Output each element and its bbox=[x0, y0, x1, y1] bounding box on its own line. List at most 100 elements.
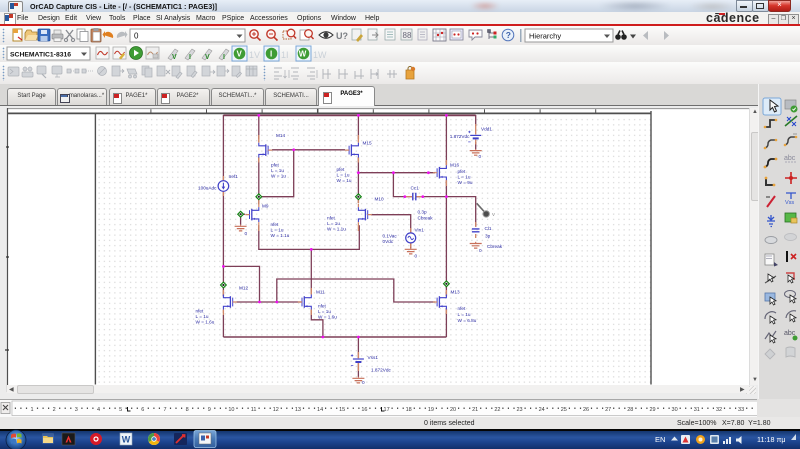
svg-text:nfet: nfet bbox=[327, 216, 336, 221]
svg-text:8: 8 bbox=[186, 407, 189, 413]
svg-text:0: 0 bbox=[479, 248, 482, 253]
svg-text:6: 6 bbox=[141, 407, 144, 413]
svg-text:3: 3 bbox=[75, 407, 78, 413]
svg-text:M14: M14 bbox=[276, 133, 286, 138]
svg-text:0: 0 bbox=[479, 154, 482, 159]
svg-text:10: 10 bbox=[228, 407, 234, 413]
svg-text:88: 88 bbox=[403, 31, 412, 40]
svg-text:1.872Vdc: 1.872Vdc bbox=[371, 368, 391, 373]
svg-text:Vin1: Vin1 bbox=[415, 228, 425, 233]
svg-text:I: I bbox=[189, 54, 191, 61]
svg-text:W = 6.8u: W = 6.8u bbox=[458, 318, 477, 323]
svg-text:L = 1u: L = 1u bbox=[196, 314, 209, 319]
svg-text:EN: EN bbox=[655, 435, 665, 444]
svg-text:W = 1.6u: W = 1.6u bbox=[318, 315, 337, 320]
svg-text:15: 15 bbox=[339, 407, 345, 413]
svg-text:Vdd1: Vdd1 bbox=[481, 127, 492, 132]
svg-text:0: 0 bbox=[415, 254, 418, 259]
svg-text:M10: M10 bbox=[375, 197, 385, 202]
svg-text:5: 5 bbox=[119, 407, 122, 413]
svg-text:L = 1u: L = 1u bbox=[458, 312, 471, 317]
svg-text:19: 19 bbox=[428, 407, 434, 413]
svg-text:31: 31 bbox=[694, 407, 700, 413]
svg-text:Vss1: Vss1 bbox=[368, 355, 379, 360]
svg-text:nfet: nfet bbox=[458, 306, 467, 311]
svg-text:V: V bbox=[205, 54, 210, 61]
svg-text:W: W bbox=[122, 435, 131, 445]
svg-text:Vss: Vss bbox=[785, 200, 794, 206]
svg-text:0: 0 bbox=[245, 231, 248, 236]
svg-text:30: 30 bbox=[672, 407, 678, 413]
svg-text:11: 11 bbox=[251, 407, 257, 413]
svg-text:nfet: nfet bbox=[318, 304, 327, 309]
svg-text:W = 9u: W = 9u bbox=[458, 180, 473, 185]
svg-text:M9: M9 bbox=[262, 204, 269, 209]
svg-text:Hierarchy: Hierarchy bbox=[529, 32, 561, 41]
svg-text:U?: U? bbox=[336, 31, 348, 41]
svg-text:12: 12 bbox=[273, 407, 279, 413]
svg-text:1W: 1W bbox=[313, 50, 327, 60]
svg-text:32: 32 bbox=[716, 407, 722, 413]
svg-text:V: V bbox=[237, 50, 243, 59]
svg-text:W = 1.1u: W = 1.1u bbox=[271, 233, 290, 238]
svg-text:26: 26 bbox=[583, 407, 589, 413]
svg-text:21: 21 bbox=[472, 407, 478, 413]
svg-text:Cbreak: Cbreak bbox=[487, 244, 503, 249]
svg-text:1I: 1I bbox=[281, 50, 289, 60]
svg-text:W: W bbox=[299, 50, 307, 59]
svg-text:V: V bbox=[492, 212, 495, 217]
svg-text:Cbreak: Cbreak bbox=[418, 216, 434, 221]
svg-text:22: 22 bbox=[494, 407, 500, 413]
svg-text:16: 16 bbox=[361, 407, 367, 413]
svg-text:29: 29 bbox=[649, 407, 655, 413]
svg-text:abc: abc bbox=[784, 155, 796, 162]
svg-text:0: 0 bbox=[134, 32, 139, 41]
svg-text:2: 2 bbox=[53, 407, 56, 413]
svg-text:L = 1u: L = 1u bbox=[271, 228, 284, 233]
svg-text:nfet: nfet bbox=[196, 309, 205, 314]
svg-text:27: 27 bbox=[605, 407, 611, 413]
svg-text:1.872Vdc: 1.872Vdc bbox=[450, 134, 470, 139]
svg-text:28: 28 bbox=[627, 407, 633, 413]
svg-text:17: 17 bbox=[384, 407, 390, 413]
svg-text:0.1Vac: 0.1Vac bbox=[383, 234, 398, 239]
svg-text:pfet: pfet bbox=[271, 163, 280, 168]
svg-text:V: V bbox=[172, 54, 177, 61]
svg-text:L = 1u: L = 1u bbox=[318, 309, 331, 314]
svg-text:Cl1: Cl1 bbox=[485, 226, 492, 231]
svg-text:I: I bbox=[270, 50, 272, 59]
svg-text:7: 7 bbox=[163, 407, 166, 413]
svg-text:L = 1u: L = 1u bbox=[458, 175, 471, 180]
svg-text:M12: M12 bbox=[239, 286, 249, 291]
svg-text:W = 1u: W = 1u bbox=[271, 174, 286, 179]
svg-text:1: 1 bbox=[30, 407, 33, 413]
svg-text:20: 20 bbox=[450, 407, 456, 413]
svg-text:0Vdc: 0Vdc bbox=[383, 239, 394, 244]
svg-text:1V: 1V bbox=[249, 50, 260, 60]
svg-text:Cc1: Cc1 bbox=[411, 186, 420, 191]
svg-text:100uAdc: 100uAdc bbox=[198, 186, 217, 191]
svg-text:Iref1: Iref1 bbox=[229, 174, 239, 179]
svg-text:W = 1.6u: W = 1.6u bbox=[196, 320, 215, 325]
svg-text:pfet: pfet bbox=[337, 167, 346, 172]
svg-text:?: ? bbox=[506, 30, 511, 40]
svg-text:0.3p: 0.3p bbox=[418, 210, 428, 215]
svg-text:18: 18 bbox=[406, 407, 412, 413]
svg-text:4: 4 bbox=[97, 407, 100, 413]
svg-text:13: 13 bbox=[295, 407, 301, 413]
svg-text:I: I bbox=[223, 54, 225, 61]
svg-text:W = 1.1u: W = 1.1u bbox=[327, 227, 346, 232]
svg-text:33: 33 bbox=[738, 407, 744, 413]
svg-text:nfet: nfet bbox=[271, 222, 280, 227]
svg-text:M13: M13 bbox=[451, 290, 461, 295]
svg-text:24: 24 bbox=[539, 407, 545, 413]
svg-text:W = 1u: W = 1u bbox=[337, 178, 352, 183]
svg-text:M11: M11 bbox=[316, 290, 325, 295]
svg-text:M16: M16 bbox=[450, 163, 460, 168]
svg-text:25: 25 bbox=[561, 407, 567, 413]
svg-text:23: 23 bbox=[516, 407, 522, 413]
svg-text:3p: 3p bbox=[485, 234, 491, 239]
svg-text:L = 1u: L = 1u bbox=[337, 173, 350, 178]
svg-text:M15: M15 bbox=[363, 141, 373, 146]
svg-text:L = 1u: L = 1u bbox=[327, 221, 340, 226]
